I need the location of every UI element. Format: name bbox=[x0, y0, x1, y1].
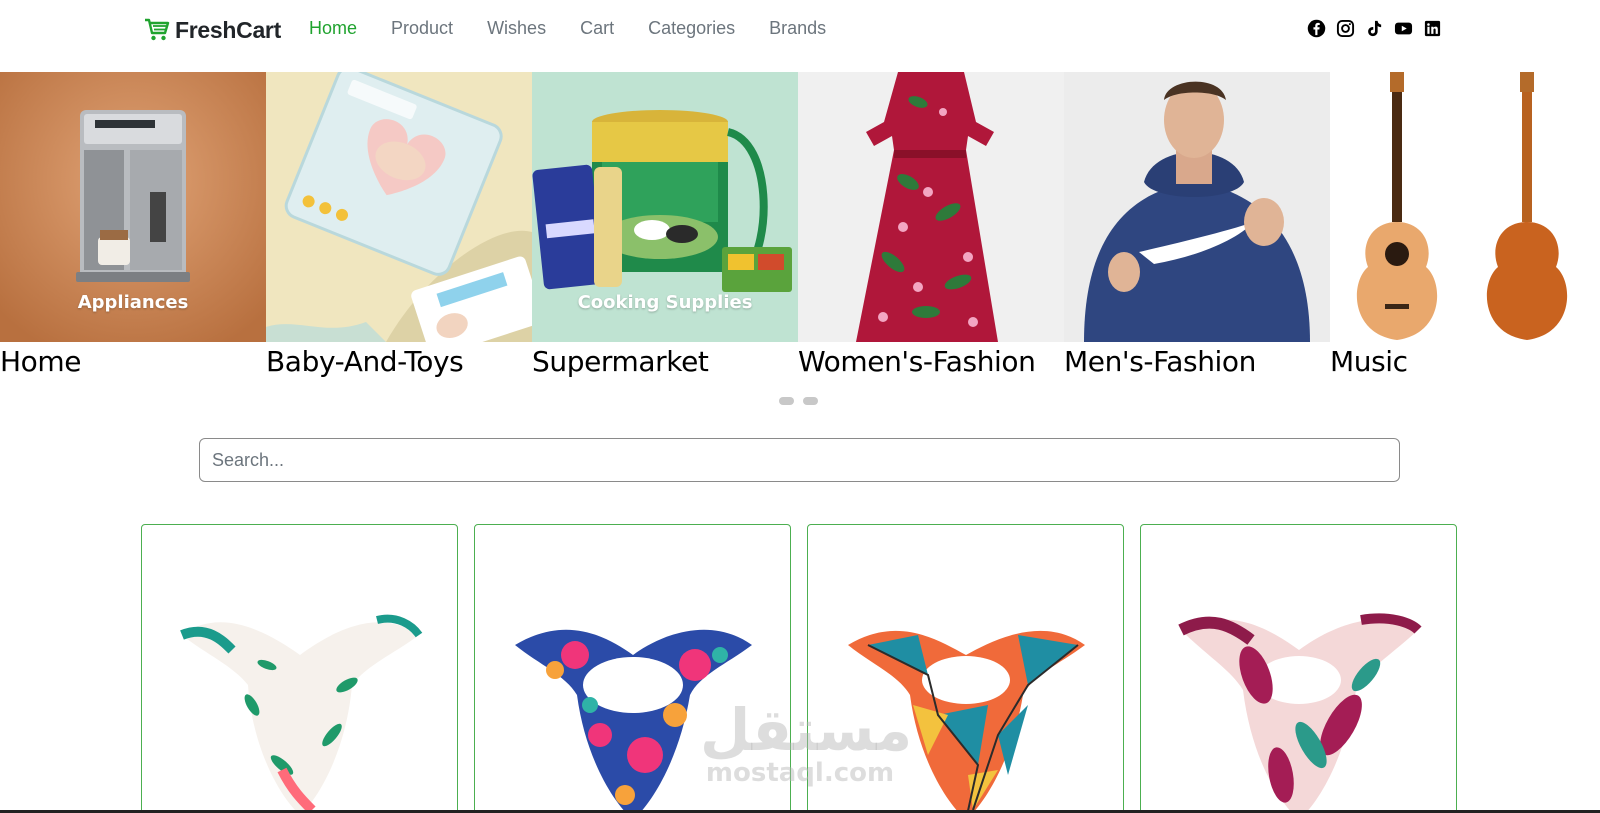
search-input[interactable] bbox=[199, 438, 1400, 482]
brand-name: FreshCart bbox=[175, 16, 281, 43]
nav-link-home[interactable]: Home bbox=[309, 18, 357, 39]
product-card[interactable] bbox=[474, 524, 791, 813]
product-image bbox=[515, 629, 752, 813]
product-card[interactable] bbox=[807, 524, 1124, 813]
nav-link-categories[interactable]: Categories bbox=[648, 18, 735, 39]
category-slide-music[interactable]: Music bbox=[1330, 72, 1596, 390]
facebook-icon[interactable] bbox=[1307, 19, 1326, 38]
category-label: Supermarket bbox=[532, 345, 709, 378]
nav-link-product[interactable]: Product bbox=[391, 18, 453, 39]
womens-fashion-image bbox=[798, 72, 1064, 342]
product-image bbox=[1178, 613, 1422, 813]
category-slide-supermarket[interactable]: Cooking Supplies Supermarket bbox=[532, 72, 798, 390]
category-label: Men's-Fashion bbox=[1064, 345, 1257, 378]
category-label: Women's-Fashion bbox=[798, 345, 1036, 378]
slider-dot-2[interactable] bbox=[803, 397, 818, 405]
brand-logo[interactable]: FreshCart bbox=[143, 15, 281, 45]
category-slide-baby-and-toys[interactable]: Baby-And-Toys bbox=[266, 72, 532, 390]
category-slide-mens-fashion[interactable]: Men's-Fashion bbox=[1064, 72, 1330, 390]
baby-products-image bbox=[266, 72, 532, 342]
music-image bbox=[1330, 72, 1596, 342]
navbar: FreshCart Home Product Wishes Cart Categ… bbox=[0, 0, 1600, 60]
category-label: Home bbox=[0, 345, 82, 378]
category-slide-womens-fashion[interactable]: Women's-Fashion bbox=[798, 72, 1064, 390]
category-label: Music bbox=[1330, 345, 1408, 378]
product-card[interactable] bbox=[141, 524, 458, 813]
slide-overlay-text: Cooking Supplies bbox=[577, 292, 753, 313]
slider-dot-1[interactable] bbox=[779, 397, 794, 405]
nav-link-cart[interactable]: Cart bbox=[580, 18, 614, 39]
youtube-icon[interactable] bbox=[1394, 19, 1413, 38]
product-image bbox=[848, 630, 1085, 813]
tiktok-icon[interactable] bbox=[1365, 19, 1384, 38]
product-card[interactable] bbox=[1140, 524, 1457, 813]
nav-links: Home Product Wishes Cart Categories Bran… bbox=[309, 18, 860, 39]
mens-fashion-image bbox=[1064, 72, 1330, 342]
category-slide-home[interactable]: Appliances Home bbox=[0, 72, 266, 390]
social-links bbox=[1307, 19, 1442, 38]
slide-overlay-text: Appliances bbox=[77, 292, 189, 313]
instagram-icon[interactable] bbox=[1336, 19, 1355, 38]
nav-link-brands[interactable]: Brands bbox=[769, 18, 826, 39]
nav-link-wishes[interactable]: Wishes bbox=[487, 18, 546, 39]
category-label: Baby-And-Toys bbox=[266, 345, 464, 378]
product-image bbox=[180, 614, 423, 813]
cart-icon bbox=[145, 18, 170, 41]
category-slider[interactable]: Appliances Home Baby-And-Toys Cooking Su… bbox=[0, 72, 1600, 390]
slider-pagination bbox=[779, 397, 818, 405]
linkedin-icon[interactable] bbox=[1423, 19, 1442, 38]
